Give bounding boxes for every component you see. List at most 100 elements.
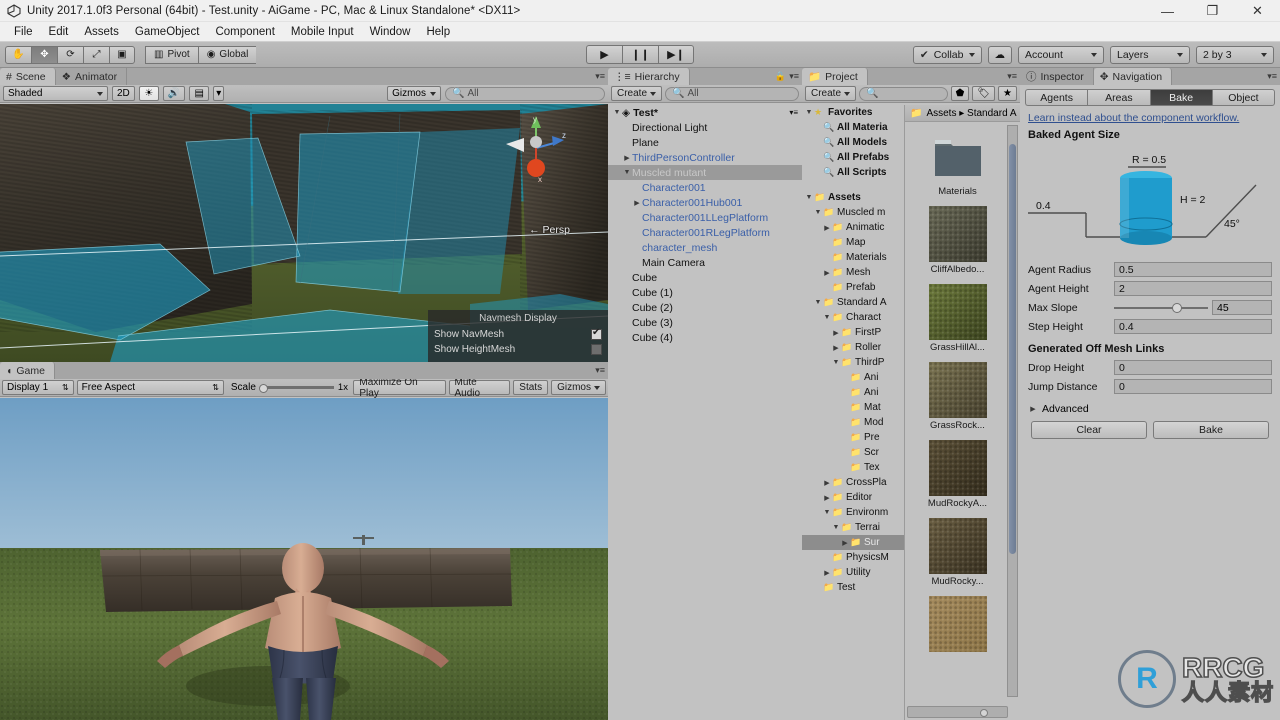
max-slope-input[interactable]: 45: [1212, 300, 1272, 315]
hierarchy-row[interactable]: Cube (2): [608, 300, 802, 315]
move-tool-icon[interactable]: ✥: [31, 45, 57, 64]
asset-grid-scrollbar[interactable]: [1007, 125, 1018, 697]
project-search-input[interactable]: 🔍: [859, 86, 948, 101]
project-tree-row[interactable]: ▼ 📁 Assets: [802, 190, 904, 205]
project-tree-row[interactable]: ▼ 📁 ThirdP: [802, 355, 904, 370]
game-gizmos-button[interactable]: Gizmos: [551, 380, 606, 395]
filter-by-type-icon[interactable]: ⬟: [950, 86, 970, 101]
chevron-down-icon[interactable]: ▼: [831, 359, 841, 366]
fx-dropdown-icon[interactable]: ▾: [213, 86, 225, 101]
hierarchy-panel-menu-icon[interactable]: ▾≡: [789, 71, 799, 82]
inspector-panel-menu-icon[interactable]: ▾≡: [1267, 71, 1277, 82]
hierarchy-tree[interactable]: ▼ ◈ Test* ▾≡ Directional Light Plane ▶ Thir…: [608, 105, 802, 720]
show-heightmesh-checkbox[interactable]: [591, 344, 602, 355]
scene-search-input[interactable]: 🔍 All: [445, 86, 605, 101]
hierarchy-row[interactable]: Character001LLegPlatform: [608, 210, 802, 225]
asset-item[interactable]: GrassHillAl...: [905, 284, 1010, 353]
account-dropdown[interactable]: Account: [1018, 45, 1104, 64]
game-viewport[interactable]: [0, 398, 608, 720]
project-tree-row[interactable]: 🔍 All Prefabs: [802, 150, 904, 165]
close-button[interactable]: ✕: [1235, 0, 1280, 22]
clear-button[interactable]: Clear: [1031, 421, 1147, 439]
chevron-right-icon[interactable]: ▶: [822, 269, 832, 277]
project-tree-row[interactable]: 📁 Ani: [802, 385, 904, 400]
chevron-down-icon[interactable]: ▼: [822, 509, 832, 516]
project-tree-row[interactable]: 📁 Pre: [802, 430, 904, 445]
project-tree-row[interactable]: ▶ 📁 Utility: [802, 565, 904, 580]
hierarchy-row[interactable]: Plane: [608, 135, 802, 150]
hierarchy-row[interactable]: Cube (4): [608, 330, 802, 345]
hierarchy-create-button[interactable]: Create: [611, 86, 663, 101]
breadcrumb[interactable]: 📁 Assets ▸ Standard A: [905, 105, 1020, 122]
chevron-down-icon[interactable]: ▼: [813, 299, 823, 306]
layout-dropdown[interactable]: 2 by 3: [1196, 45, 1274, 64]
tab-hierarchy[interactable]: ⋮≡ Hierarchy: [608, 68, 690, 85]
nav-tab-object[interactable]: Object: [1211, 89, 1275, 106]
maximize-on-play-button[interactable]: Maximize On Play: [353, 377, 446, 399]
asset-item[interactable]: GrassRock...: [905, 362, 1010, 431]
menu-item-help[interactable]: Help: [418, 24, 458, 40]
favorite-star-icon[interactable]: ★: [998, 86, 1017, 101]
menu-item-file[interactable]: File: [6, 24, 41, 40]
stats-button[interactable]: Stats: [513, 380, 549, 395]
pause-button[interactable]: ❙❙: [622, 45, 658, 64]
chevron-down-icon[interactable]: ▼: [804, 194, 814, 201]
project-tree-row[interactable]: ▶ 📁 Animatic: [802, 220, 904, 235]
project-tree-row[interactable]: 📁 Scr: [802, 445, 904, 460]
collab-dropdown[interactable]: ✔ Collab: [912, 45, 982, 64]
menu-item-gameobject[interactable]: GameObject: [127, 24, 208, 40]
asset-size-slider-knob[interactable]: [980, 709, 988, 717]
display-dropdown[interactable]: Display 1 ⇅: [2, 380, 74, 395]
minimize-button[interactable]: —: [1145, 0, 1190, 22]
hierarchy-root-row[interactable]: ▼ ◈ Test* ▾≡: [608, 105, 802, 120]
scale-slider[interactable]: 1x: [258, 382, 350, 393]
project-tree-row[interactable]: 📁 Prefab: [802, 280, 904, 295]
scene-axis-gizmo[interactable]: y z x: [500, 112, 572, 184]
project-tree-row[interactable]: 📁 Mod: [802, 415, 904, 430]
scene-gizmos-dropdown[interactable]: Gizmos: [387, 86, 441, 101]
tab-project[interactable]: 📁 Project: [802, 68, 868, 85]
chevron-right-icon[interactable]: ▶: [822, 494, 832, 502]
tab-navigation[interactable]: ✥ Navigation: [1093, 68, 1173, 85]
project-tree-row[interactable]: ▶ 📁 Roller: [802, 340, 904, 355]
aspect-dropdown[interactable]: Free Aspect ⇅: [76, 380, 224, 395]
play-button[interactable]: ▶: [586, 45, 622, 64]
hierarchy-row[interactable]: ▼ Muscled mutant: [608, 165, 802, 180]
shading-mode-dropdown[interactable]: Shaded: [3, 86, 108, 101]
project-tree-row[interactable]: ▶ 📁 Mesh: [802, 265, 904, 280]
maximize-button[interactable]: ❐: [1190, 0, 1235, 22]
asset-item[interactable]: CliffAlbedo...: [905, 206, 1010, 275]
menu-item-assets[interactable]: Assets: [76, 24, 127, 40]
project-tree-row[interactable]: ▼ 📁 Terrai: [802, 520, 904, 535]
asset-item[interactable]: [905, 596, 1010, 654]
scale-slider-knob[interactable]: [258, 384, 268, 393]
global-toggle[interactable]: ◉ Global: [197, 45, 257, 64]
project-tree-row[interactable]: ▼ ★ Favorites: [802, 105, 904, 120]
tab-scene[interactable]: # Scene: [0, 68, 56, 85]
bake-button[interactable]: Bake: [1153, 421, 1269, 439]
nav-tab-bake[interactable]: Bake: [1149, 89, 1212, 106]
chevron-right-icon[interactable]: ▶: [822, 479, 832, 487]
advanced-foldout[interactable]: ▶ Advanced: [1028, 403, 1272, 415]
hierarchy-row[interactable]: Cube (3): [608, 315, 802, 330]
menu-item-edit[interactable]: Edit: [41, 24, 77, 40]
pivot-toggle[interactable]: ▥ Pivot: [145, 45, 198, 64]
hierarchy-row[interactable]: ▶ Character001Hub001: [608, 195, 802, 210]
chevron-right-icon[interactable]: ▶: [840, 539, 850, 547]
chevron-right-icon[interactable]: ▶: [1028, 405, 1038, 413]
project-tree-row[interactable]: 📁 PhysicsM: [802, 550, 904, 565]
rotate-tool-icon[interactable]: ⟳: [57, 45, 83, 64]
chevron-down-icon[interactable]: ▼: [612, 109, 622, 116]
hierarchy-row[interactable]: Directional Light: [608, 120, 802, 135]
chevron-down-icon[interactable]: ▼: [831, 524, 841, 531]
filter-by-label-icon[interactable]: 🏷: [972, 86, 996, 101]
chevron-right-icon[interactable]: ▶: [831, 344, 841, 352]
hierarchy-row[interactable]: Character001: [608, 180, 802, 195]
agent-radius-input[interactable]: 0.5: [1114, 262, 1272, 277]
menu-item-mobile-input[interactable]: Mobile Input: [283, 24, 362, 40]
show-navmesh-checkbox[interactable]: [591, 327, 602, 340]
hierarchy-row[interactable]: Character001RLegPlatform: [608, 225, 802, 240]
chevron-down-icon[interactable]: ▼: [813, 209, 823, 216]
project-tree-row[interactable]: 📁 Map: [802, 235, 904, 250]
asset-grid[interactable]: Materials CliffAlbedo... GrassHillAl... Gra…: [905, 122, 1010, 702]
